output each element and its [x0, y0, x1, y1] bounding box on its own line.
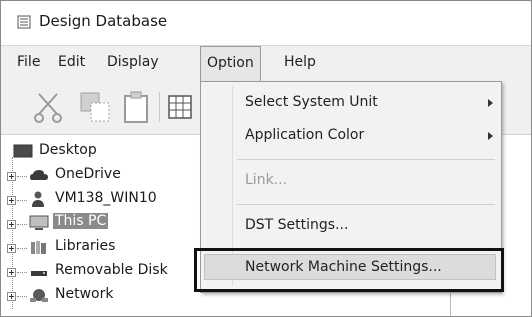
- expand-icon[interactable]: [7, 292, 16, 301]
- submenu-arrow-icon: [488, 99, 493, 107]
- copy-icon[interactable]: [77, 88, 113, 126]
- submenu-arrow-icon: [488, 132, 493, 140]
- menu-item-application-color[interactable]: Application Color: [245, 127, 364, 143]
- tree-guide-line: [17, 176, 27, 177]
- user-icon: [32, 191, 44, 207]
- tree-label: OneDrive: [55, 166, 121, 182]
- expand-icon[interactable]: [7, 220, 16, 229]
- drive-icon: [31, 271, 47, 276]
- tree-guide-line: [17, 296, 27, 297]
- desktop-icon: [13, 144, 33, 158]
- menu-edit[interactable]: Edit: [58, 54, 85, 70]
- expand-icon[interactable]: [7, 244, 16, 253]
- network-icon: [30, 289, 48, 302]
- menu-bar: File Edit Display Option Help: [1, 46, 531, 82]
- database-icon: [17, 15, 31, 29]
- menu-item-select-system-unit[interactable]: Select System Unit: [245, 94, 378, 110]
- menu-separator: [237, 159, 495, 160]
- menu-file[interactable]: File: [17, 54, 40, 70]
- tree-guide-line: [17, 248, 27, 249]
- cloud-icon: [30, 170, 48, 180]
- tree-label: Libraries: [55, 238, 116, 254]
- expand-icon[interactable]: [7, 196, 16, 205]
- menu-item-link: Link...: [245, 172, 288, 188]
- expand-icon[interactable]: [7, 268, 16, 277]
- grid-view-icon[interactable]: [167, 88, 203, 126]
- tree-guide-line: [17, 224, 27, 225]
- menu-option[interactable]: Option: [200, 46, 261, 82]
- tree-label: VM138_WIN10: [55, 190, 157, 206]
- menu-display[interactable]: Display: [107, 54, 159, 70]
- title-bar: Design Database: [1, 1, 531, 46]
- computer-icon: [29, 215, 49, 230]
- tree-label: Desktop: [39, 142, 97, 158]
- cut-icon[interactable]: [31, 88, 67, 126]
- window-title: Design Database: [39, 12, 168, 30]
- paste-icon[interactable]: [119, 88, 155, 126]
- tree-label: This PC: [53, 213, 109, 229]
- menu-separator: [237, 204, 495, 205]
- application-window: Design Database File Edit Display Option…: [0, 0, 532, 317]
- callout-box: [194, 248, 504, 292]
- tree-guide-line: [17, 200, 27, 201]
- library-icon: [31, 241, 46, 254]
- toolbar-separator: [159, 92, 160, 122]
- menu-item-dst-settings[interactable]: DST Settings...: [245, 217, 348, 233]
- tree-label: Removable Disk: [55, 262, 168, 278]
- tree-guide-line: [17, 272, 27, 273]
- expand-icon[interactable]: [7, 172, 16, 181]
- menu-help[interactable]: Help: [284, 54, 316, 70]
- tree-label: Network: [55, 286, 114, 302]
